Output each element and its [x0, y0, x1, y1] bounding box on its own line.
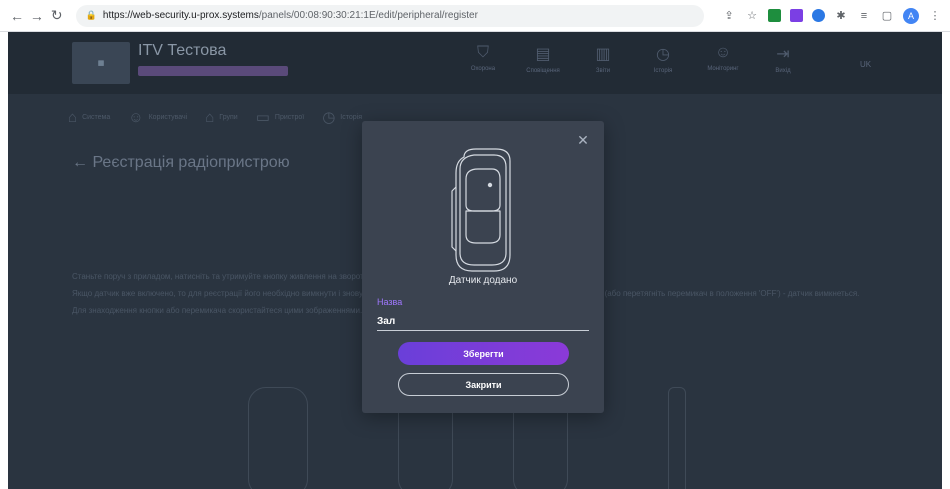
- subnav-item-groups[interactable]: ⌂ Групи: [205, 108, 237, 126]
- motion-sensor-icon: [451, 148, 511, 272]
- close-button[interactable]: Закрити: [398, 373, 569, 396]
- bookmark-star-icon[interactable]: ☆: [745, 9, 759, 23]
- address-bar[interactable]: 🔒 https://web-security.u-prox.systems/pa…: [75, 4, 704, 27]
- save-button[interactable]: Зберегти: [398, 342, 569, 365]
- profile-avatar[interactable]: A: [903, 7, 919, 24]
- browser-toolbar: ← → ↻ 🔒 https://web-security.u-prox.syst…: [0, 0, 950, 32]
- header-item-label: Історія: [653, 68, 673, 74]
- header-item-label: Сповіщення: [526, 68, 560, 74]
- subnav-item-users[interactable]: ☺ Користувачі: [128, 108, 187, 126]
- subnav-item-label: Історія: [340, 113, 362, 121]
- header-item-events[interactable]: ▤ Сповіщення: [513, 44, 573, 74]
- lock-icon: 🔒: [85, 10, 97, 20]
- menu-kebab-icon[interactable]: ⋮: [928, 9, 942, 23]
- app-header: ▦ ITV Тестова ⛉ Охорона ▤ Сповіщення ▥ Звіти ◷…: [8, 32, 942, 94]
- extensions-area: ⇪ ☆ ✱ ≡ ▢ A ⋮: [722, 7, 942, 24]
- close-icon[interactable]: ✕: [576, 133, 590, 147]
- reload-icon[interactable]: ↻: [48, 6, 66, 26]
- groups-icon: ⌂: [205, 108, 215, 126]
- header-item-label: Моніторинг: [707, 66, 739, 72]
- sub-navigation: ⌂ Система ☺ Користувачі ⌂ Групи ▭ Пристрої ◷ Істо…: [68, 108, 362, 127]
- header-item-clock[interactable]: ◷ Історія: [633, 44, 693, 74]
- puzzle-icon[interactable]: ✱: [834, 9, 848, 23]
- header-item-label: Звіти: [595, 68, 611, 74]
- subnav-item-label: Користувачі: [148, 113, 188, 121]
- header-item-exit[interactable]: ⇥ Вихід: [753, 44, 813, 74]
- sensor-image-4: [668, 387, 686, 489]
- share-icon[interactable]: ⇪: [722, 9, 736, 23]
- sensor-image-1: [248, 387, 308, 489]
- page-title[interactable]: ← Реєстрація радіопристрою: [72, 154, 290, 172]
- subnav-item-label: Система: [82, 113, 111, 121]
- object-subtitle-bar: [138, 66, 288, 76]
- device-added-dialog: ✕ Датчик додано Назва Зберегти Закрити: [362, 121, 604, 413]
- object-logo: ▦: [72, 42, 130, 84]
- success-message: Датчик додано: [448, 275, 518, 286]
- forward-arrow-icon[interactable]: →: [28, 6, 46, 26]
- logo-glyph: ▦: [97, 60, 105, 67]
- history-icon: ◷: [322, 109, 336, 126]
- side-panel-icon[interactable]: ▢: [880, 9, 894, 23]
- clock-icon: ◷: [656, 46, 670, 63]
- exit-icon: ⇥: [776, 46, 790, 63]
- language-switch[interactable]: UK: [860, 60, 871, 69]
- header-item-label: Вихід: [775, 68, 791, 74]
- header-menu: ⛉ Охорона ▤ Сповіщення ▥ Звіти ◷ Історія ☺ Моніто…: [453, 44, 813, 74]
- doc-icon: ▥: [595, 46, 611, 63]
- shield-icon: ⛉: [476, 44, 489, 61]
- name-input[interactable]: [377, 313, 589, 331]
- home-icon: ⌂: [68, 108, 78, 126]
- users-icon: ☺: [128, 108, 144, 126]
- subnav-item-label: Групи: [219, 113, 238, 121]
- url-host: https://web-security.u-prox.systems: [102, 10, 259, 21]
- header-item-label: Охорона: [470, 66, 496, 72]
- events-icon: ▤: [535, 46, 551, 63]
- subnav-item-devices[interactable]: ▭ Пристрої: [256, 108, 304, 126]
- header-item-monitor[interactable]: ☺ Моніторинг: [693, 44, 753, 74]
- extension-green-icon[interactable]: [768, 9, 781, 22]
- extension-blue-icon[interactable]: [812, 9, 825, 22]
- reading-list-icon[interactable]: ≡: [857, 9, 871, 23]
- subnav-item-label: Пристрої: [274, 113, 305, 121]
- header-item-shield[interactable]: ⛉ Охорона: [453, 44, 513, 74]
- extension-purple-icon[interactable]: [790, 9, 803, 22]
- url-path: /panels/00:08:90:30:21:1E/edit/periphera…: [258, 10, 478, 21]
- devices-icon: ▭: [255, 109, 270, 126]
- monitor-icon: ☺: [714, 44, 732, 61]
- name-label: Назва: [377, 297, 403, 307]
- subnav-item-history[interactable]: ◷ Історія: [322, 108, 362, 126]
- object-title: ITV Тестова: [138, 42, 227, 59]
- subnav-item-home[interactable]: ⌂ Система: [68, 108, 110, 126]
- header-item-doc[interactable]: ▥ Звіти: [573, 44, 633, 74]
- back-arrow-icon[interactable]: ←: [8, 6, 26, 26]
